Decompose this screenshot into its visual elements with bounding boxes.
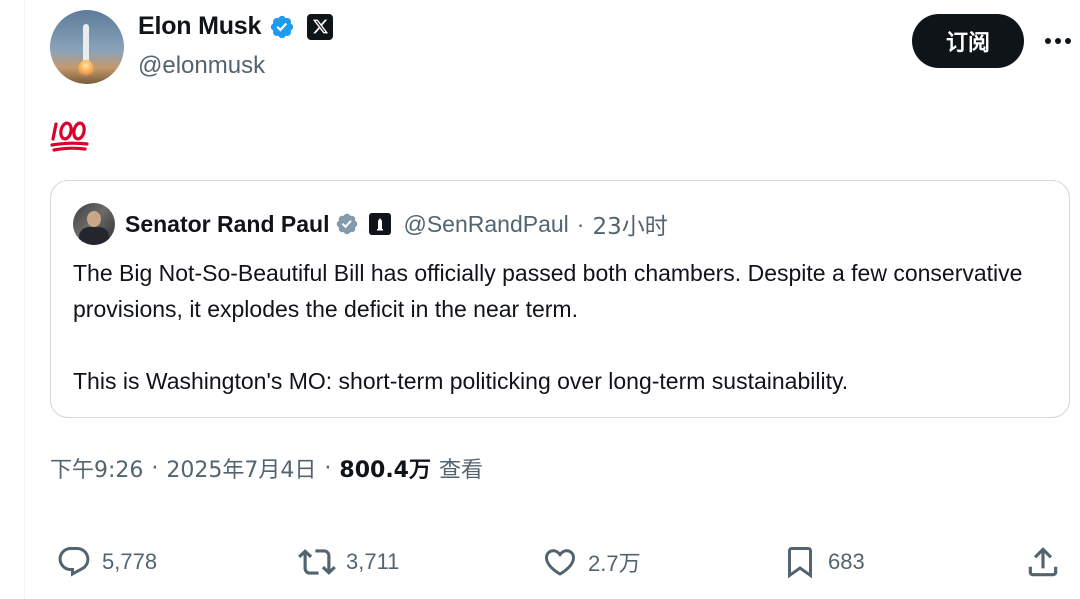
subscribe-button[interactable]: 订阅 [912,14,1024,68]
author-name[interactable]: Elon Musk [138,12,261,41]
quoted-paragraph-1: The Big Not-So-Beautiful Bill has offici… [73,260,1023,322]
author-handle[interactable]: @elonmusk [138,52,265,80]
quoted-timestamp: 23小时 [592,214,668,240]
quoted-author-avatar [73,203,115,245]
tweet-meta: 下午9:26 · 2025年7月4日 · 800.4万 查看 [50,452,483,484]
quoted-tweet-text: The Big Not-So-Beautiful Bill has offici… [73,255,1053,399]
bookmark-icon [788,547,812,579]
heart-icon [544,549,576,576]
repost-icon [298,549,336,575]
quoted-paragraph-2: This is Washington's MO: short-term poli… [73,368,849,394]
reply-count: 5,778 [102,549,158,574]
tweet-time[interactable]: 下午9:26 [50,452,143,484]
tweet-date[interactable]: 2025年7月4日 [166,452,316,484]
meta-separator: · [324,455,332,481]
avatar-flame [78,60,94,78]
bookmark-button[interactable]: 683 [782,538,865,586]
author-avatar[interactable] [50,10,124,84]
reply-icon [58,547,90,577]
bookmark-count: 683 [828,549,865,574]
action-bar: 5,778 3,711 2.7万 683 [0,538,1080,586]
x-logo-icon [307,13,334,40]
quoted-tweet-card[interactable]: Senator Rand Paul @SenRandPaul · 23小时 Th… [50,180,1070,418]
quoted-header: Senator Rand Paul @SenRandPaul · 23小时 [125,207,668,241]
government-verified-badge-icon [337,213,358,235]
like-button[interactable]: 2.7万 [542,538,641,586]
view-count: 800.4万 [339,458,431,483]
quoted-author-handle: @SenRandPaul [403,210,569,237]
share-button[interactable] [1024,538,1062,586]
repost-count: 3,711 [346,549,400,574]
view-label: 查看 [438,458,483,483]
author-name-row: Elon Musk [138,12,334,41]
hundred-points-emoji [50,121,89,152]
avatar-face [87,211,101,227]
repost-button[interactable]: 3,711 [298,538,399,586]
quoted-separator: · [576,210,585,237]
government-affiliation-icon [369,213,392,235]
reply-button[interactable]: 5,778 [56,538,157,586]
meta-separator: · [151,455,159,481]
timeline-border [24,0,25,599]
quoted-author-name: Senator Rand Paul [125,210,330,237]
verified-badge-icon [271,15,294,38]
like-count: 2.7万 [588,551,641,576]
avatar-rocket [83,24,89,64]
share-icon [1028,547,1058,577]
avatar-suit [79,227,109,245]
more-icon[interactable] [1040,26,1076,56]
